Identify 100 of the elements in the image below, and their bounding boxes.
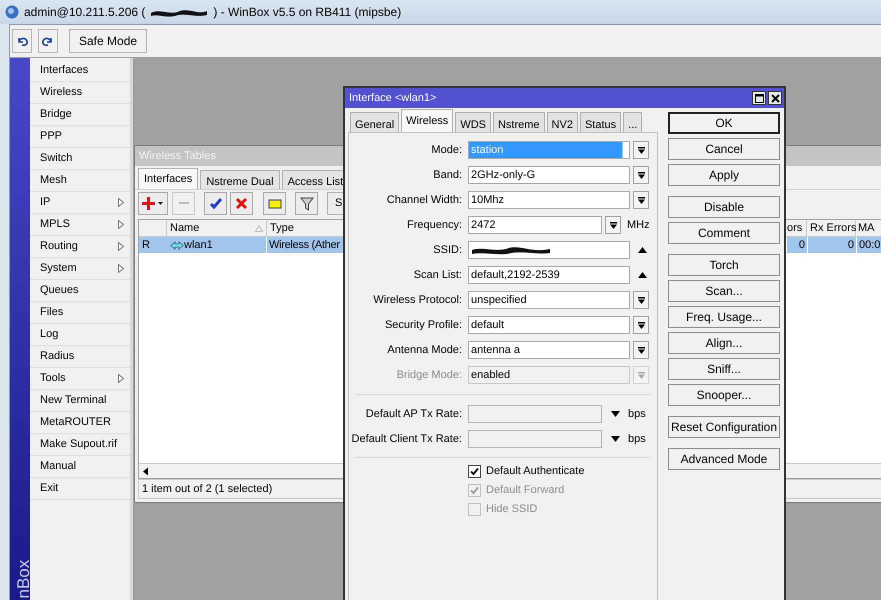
- input-field[interactable]: 2GHz-only-G: [468, 166, 630, 184]
- dialog-button[interactable]: Torch: [668, 254, 780, 276]
- sidebar-item[interactable]: System: [30, 258, 130, 280]
- add-button[interactable]: [138, 192, 168, 214]
- input-field[interactable]: unspecified: [468, 291, 630, 309]
- dropdown-button[interactable]: [633, 141, 649, 159]
- disable-button[interactable]: [230, 192, 253, 214]
- dialog-button[interactable]: Advanced Mode: [668, 448, 780, 470]
- tab[interactable]: WDS: [455, 112, 491, 132]
- tab[interactable]: Interfaces: [138, 168, 198, 189]
- column-header: Rx Errors: [807, 220, 856, 237]
- checkbox-label: Hide SSID: [486, 502, 538, 518]
- dropdown-button[interactable]: [633, 291, 649, 309]
- input-field[interactable]: default,2192-2539: [468, 266, 630, 284]
- sidebar-item[interactable]: Radius: [30, 346, 130, 368]
- checkbox-label: Default Authenticate: [486, 464, 584, 480]
- sidebar-item[interactable]: New Terminal: [30, 390, 130, 412]
- submenu-arrow-icon: [118, 374, 124, 383]
- sidebar-item[interactable]: Exit: [30, 478, 130, 500]
- sidebar-item[interactable]: Interfaces: [30, 60, 130, 82]
- down-arrow-icon: [611, 436, 620, 442]
- maximize-button[interactable]: [752, 91, 766, 105]
- input-field[interactable]: default: [468, 316, 630, 334]
- dialog-button[interactable]: Snooper...: [668, 384, 780, 406]
- dropdown-arrow-icon: [638, 346, 644, 354]
- sidebar-item[interactable]: Bridge: [30, 104, 130, 126]
- tab[interactable]: General: [350, 112, 400, 132]
- tab[interactable]: Status: [580, 112, 622, 132]
- filter-button[interactable]: [295, 192, 318, 214]
- enable-button[interactable]: [204, 192, 227, 214]
- input-field[interactable]: [468, 405, 602, 423]
- dialog-button[interactable]: Cancel: [668, 138, 780, 160]
- checkbox[interactable]: [468, 465, 481, 478]
- input-field[interactable]: 10Mhz: [468, 191, 630, 209]
- unit-label: MHz: [627, 218, 650, 233]
- table-cell: 00:0: [856, 236, 881, 254]
- dialog-button[interactable]: OK: [668, 112, 780, 134]
- sidebar-item[interactable]: Make Supout.rif: [30, 434, 130, 456]
- sidebar-item[interactable]: Queues: [30, 280, 130, 302]
- sidebar-item[interactable]: MetaROUTER: [30, 412, 130, 434]
- sidebar-item[interactable]: Manual: [30, 456, 130, 478]
- dialog-button[interactable]: Apply: [668, 164, 780, 186]
- column-header: Type: [267, 220, 344, 237]
- sidebar-item[interactable]: Mesh: [30, 170, 130, 192]
- checkmark-icon: [208, 196, 224, 210]
- sidebar-item[interactable]: Switch: [30, 148, 130, 170]
- minus-icon: [178, 202, 188, 204]
- sidebar-item[interactable]: MPLS: [30, 214, 130, 236]
- tab[interactable]: NV2: [546, 112, 578, 132]
- dropdown-button[interactable]: [633, 316, 649, 334]
- dropdown-button[interactable]: [633, 341, 649, 359]
- redo-button[interactable]: [38, 29, 58, 53]
- field-label: Security Profile:: [384, 318, 462, 333]
- submenu-arrow-icon: [118, 198, 124, 207]
- table-cell: Wireless (Ather: [267, 236, 344, 254]
- undo-button[interactable]: [12, 29, 32, 53]
- close-button[interactable]: [768, 91, 782, 105]
- unit-label: bps: [628, 406, 646, 422]
- input-field[interactable]: [468, 241, 630, 259]
- tab[interactable]: Wireless: [401, 109, 454, 132]
- sidebar-item[interactable]: Tools: [30, 368, 130, 390]
- dialog-button[interactable]: Scan...: [668, 280, 780, 302]
- dropdown-button[interactable]: [633, 166, 649, 184]
- double-arrow-icon: [170, 240, 184, 250]
- down-arrow-icon: [611, 411, 620, 417]
- redo-icon: [42, 35, 54, 47]
- dropdown-arrow-icon: [638, 372, 644, 378]
- tab[interactable]: ...: [623, 112, 642, 132]
- sidebar-item[interactable]: PPP: [30, 126, 130, 148]
- table-cell: 0: [787, 236, 807, 254]
- window-title: admin@10.211.5.206 (: [24, 4, 146, 21]
- dialog-button[interactable]: Reset Configuration: [668, 416, 780, 438]
- table-cell: R: [139, 236, 167, 254]
- input-field[interactable]: [468, 430, 602, 448]
- comment-button[interactable]: [263, 192, 286, 214]
- sidebar-item[interactable]: Files: [30, 302, 130, 324]
- sidebar-item[interactable]: IP: [30, 192, 130, 214]
- brand-text: nBox: [13, 559, 30, 598]
- window-title: ) - WinBox v5.5 on RB411 (mipsbe): [213, 4, 402, 21]
- dialog-button[interactable]: Comment: [668, 222, 780, 244]
- dropdown-button[interactable]: [633, 191, 649, 209]
- tab[interactable]: Nstreme Dual: [200, 170, 280, 189]
- field-label: Default AP Tx Rate:: [364, 406, 462, 422]
- input-field[interactable]: 2472: [468, 216, 602, 234]
- dialog-button[interactable]: Disable: [668, 196, 780, 218]
- dialog-button[interactable]: Freq. Usage...: [668, 306, 780, 328]
- dialog-button[interactable]: Sniff...: [668, 358, 780, 380]
- sidebar-item[interactable]: Wireless: [30, 82, 130, 104]
- field-label: SSID:: [432, 242, 462, 258]
- field-label: Wireless Protocol:: [372, 292, 462, 308]
- safe-mode-button[interactable]: Safe Mode: [69, 29, 148, 53]
- plus-icon: [141, 196, 165, 210]
- sidebar-item[interactable]: Log: [30, 324, 130, 346]
- undo-icon: [16, 35, 28, 47]
- dropdown-button[interactable]: [605, 216, 621, 234]
- dialog-button[interactable]: Align...: [668, 332, 780, 354]
- funnel-icon: [298, 196, 314, 210]
- sidebar-item[interactable]: Routing: [30, 236, 130, 258]
- tab[interactable]: Nstreme: [492, 112, 545, 132]
- input-field[interactable]: antenna a: [468, 341, 630, 359]
